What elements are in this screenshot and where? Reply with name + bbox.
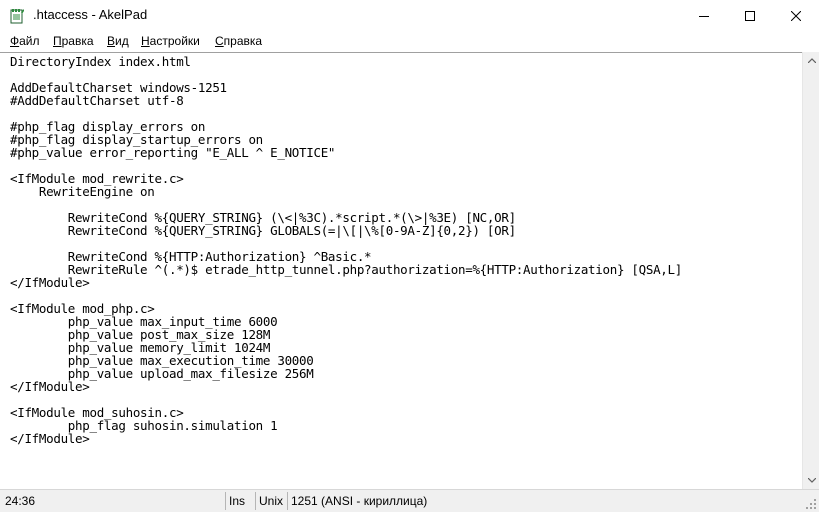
menu-edit[interactable]: Правка xyxy=(53,34,94,48)
scroll-up-button[interactable] xyxy=(803,52,819,69)
title-bar[interactable]: .htaccess - AkelPad xyxy=(0,0,819,31)
maximize-icon xyxy=(745,10,755,21)
menu-help[interactable]: Справка xyxy=(215,34,262,48)
minimize-icon xyxy=(699,15,709,17)
minimize-button[interactable] xyxy=(681,0,727,31)
scroll-down-button[interactable] xyxy=(803,472,819,489)
status-cursor-position: 24:36 xyxy=(5,494,36,508)
editor-content[interactable]: DirectoryIndex index.html AddDefaultChar… xyxy=(10,55,682,445)
vertical-scrollbar[interactable] xyxy=(802,52,819,489)
window-title: .htaccess - AkelPad xyxy=(33,7,148,22)
menu-view[interactable]: Вид xyxy=(107,34,129,48)
menu-settings[interactable]: Настройки xyxy=(141,34,200,48)
resize-grip-icon[interactable] xyxy=(805,498,817,510)
notepad-icon xyxy=(10,9,24,24)
close-icon xyxy=(791,10,801,21)
status-insert-mode[interactable]: Ins xyxy=(225,492,254,510)
status-line-endings[interactable]: Unix xyxy=(255,492,286,510)
chevron-up-icon xyxy=(807,58,816,63)
chevron-down-icon xyxy=(807,478,816,483)
status-bar: 24:36 Ins Unix 1251 (ANSI - кириллица) xyxy=(0,489,819,512)
menu-bar: Файл Правка Вид Настройки Справка xyxy=(0,31,819,53)
maximize-button[interactable] xyxy=(727,0,773,31)
menu-file[interactable]: Файл xyxy=(10,34,40,48)
status-encoding[interactable]: 1251 (ANSI - кириллица) xyxy=(287,492,787,510)
close-button[interactable] xyxy=(773,0,819,31)
text-editor[interactable]: DirectoryIndex index.html AddDefaultChar… xyxy=(0,52,802,490)
